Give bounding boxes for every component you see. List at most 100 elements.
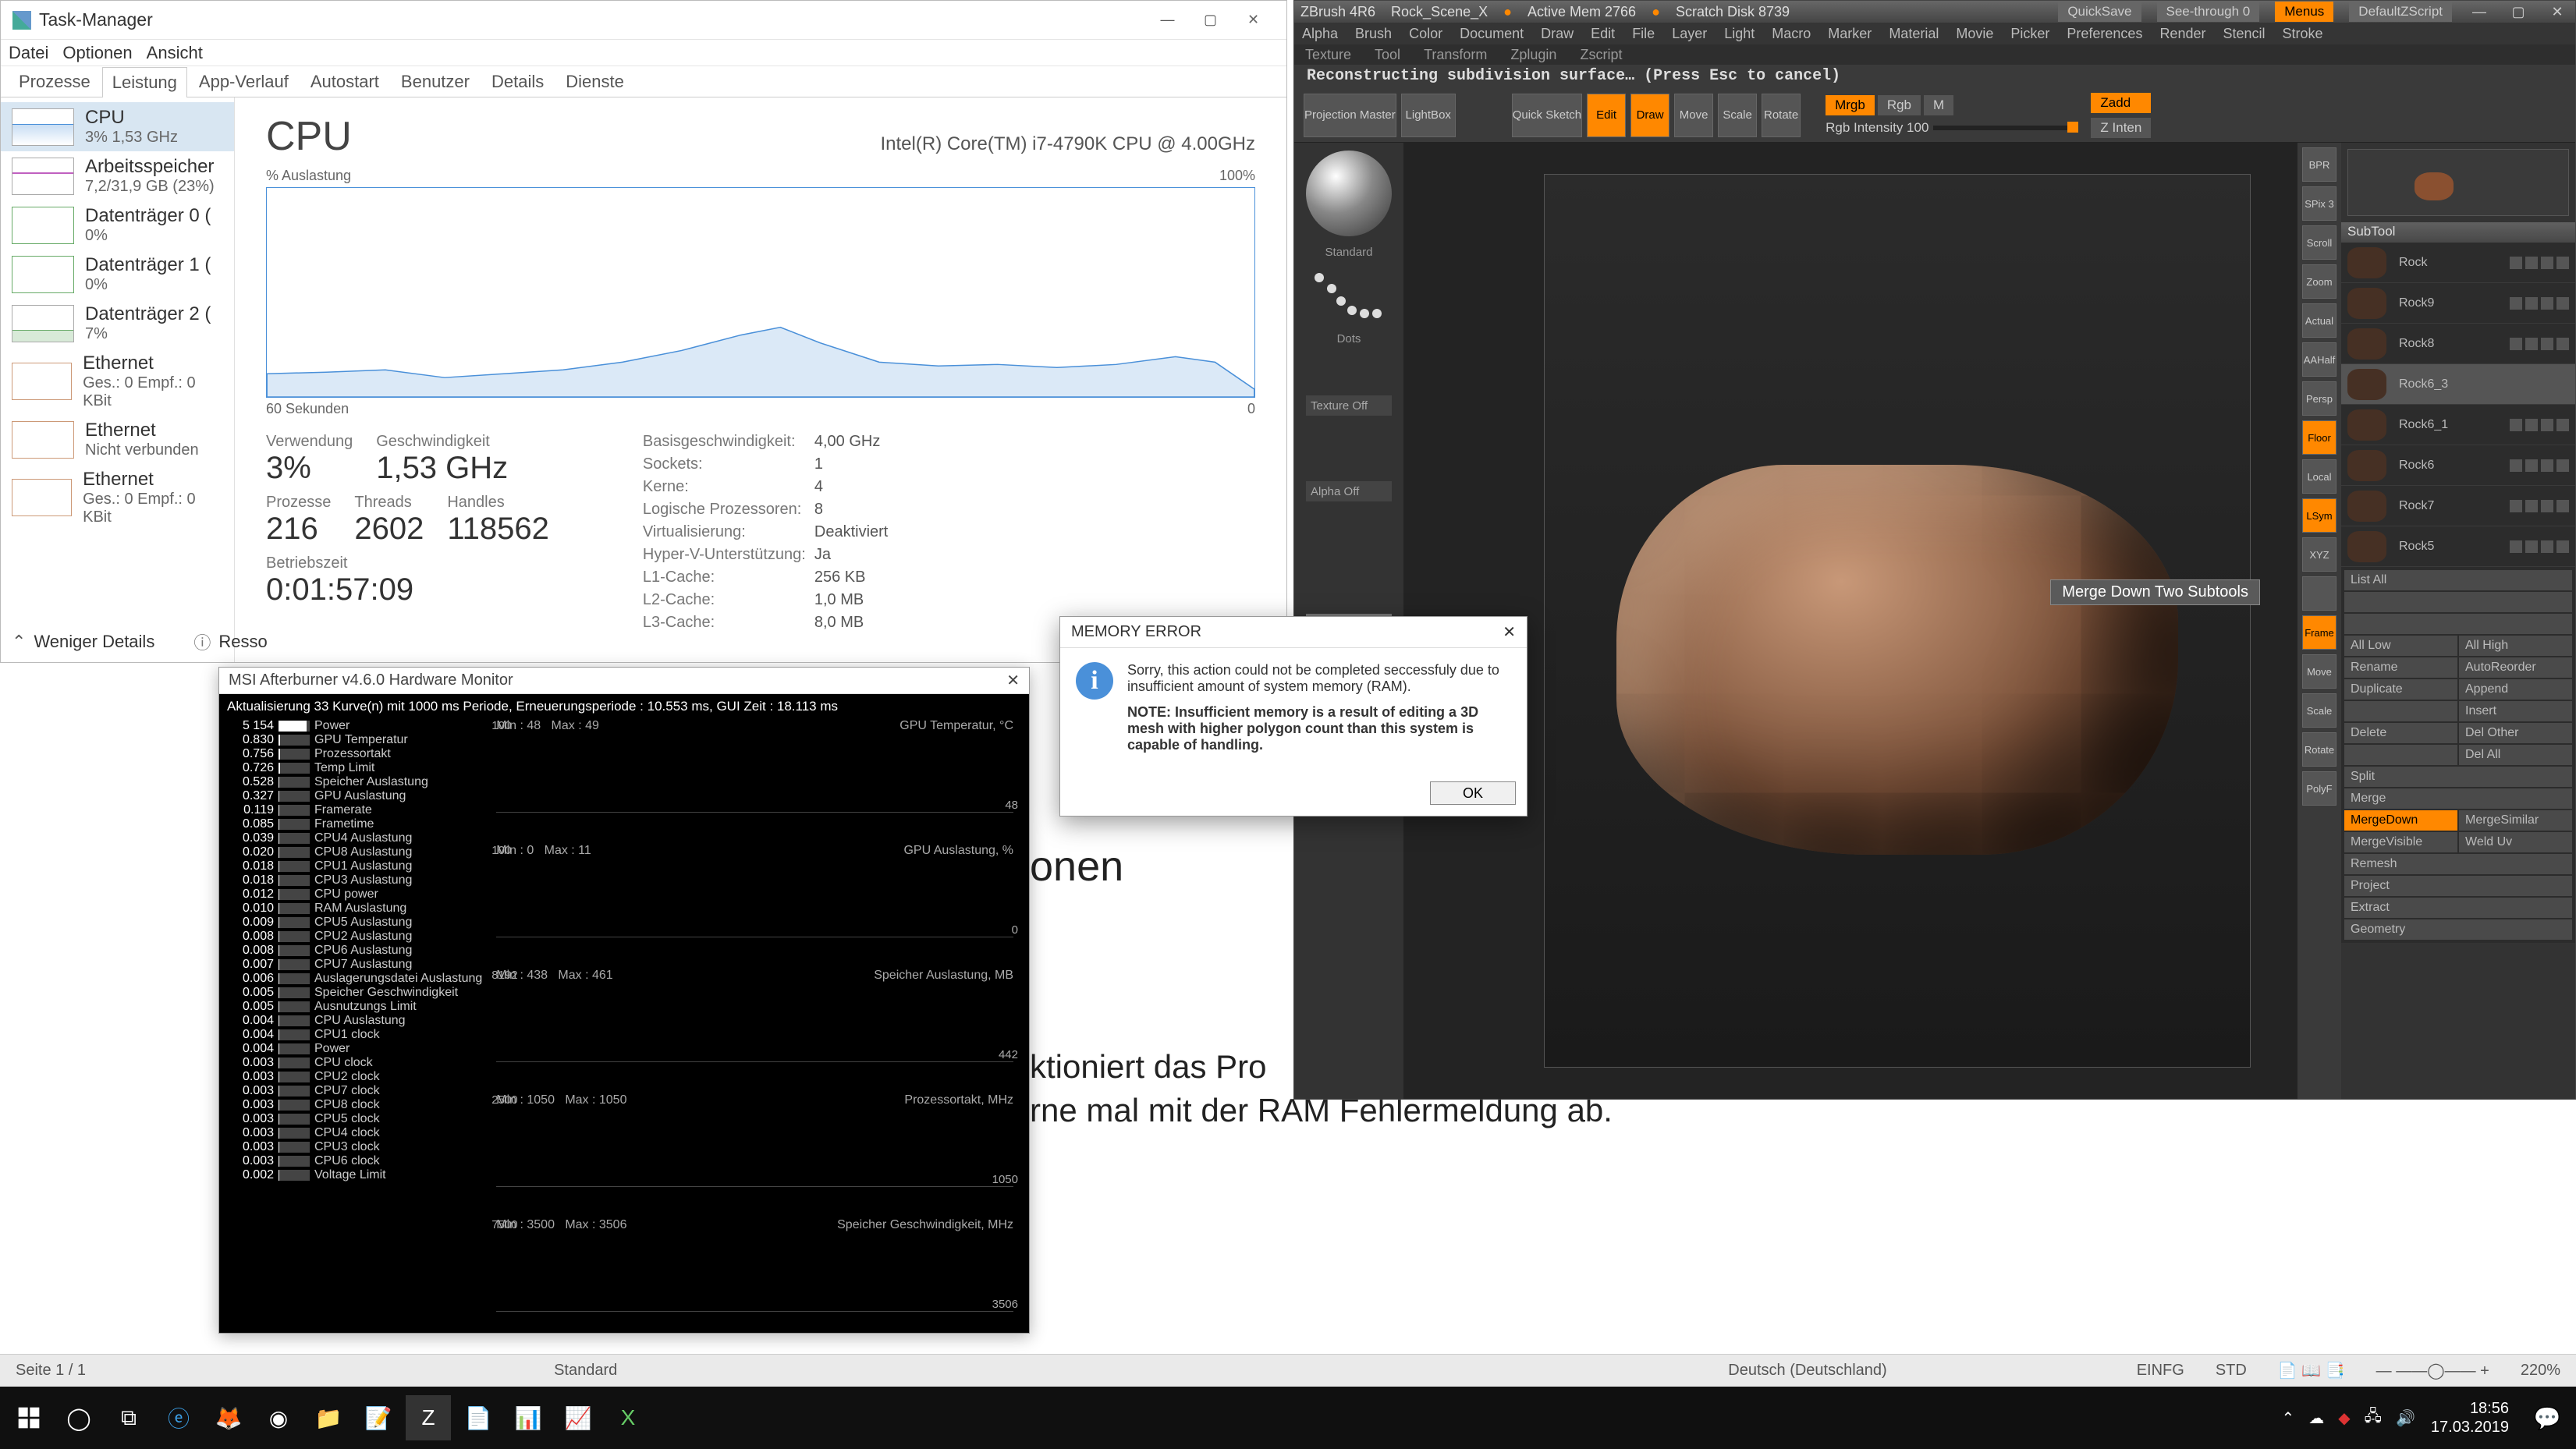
rgb-intensity-slider[interactable] (1933, 126, 2074, 130)
sensor-row[interactable]: 0.007CPU7 Auslastung (227, 958, 482, 972)
tab-dienste[interactable]: Dienste (555, 66, 634, 97)
action-alllow[interactable]: All Low (2344, 636, 2457, 656)
sidebar-datenträger 0 ([interactable]: Datenträger 0 (0% (1, 200, 234, 250)
msi-close-icon[interactable]: ✕ (1006, 671, 1020, 690)
subtool-rock7[interactable]: Rock7 (2341, 486, 2575, 526)
zmenu-edit[interactable]: Edit (1591, 26, 1615, 42)
sensor-row[interactable]: 0.008CPU2 Auslastung (227, 930, 482, 944)
sensor-row[interactable]: 0.004CPU Auslastung (227, 1014, 482, 1028)
collapse-arrow-icon[interactable]: ⌃ (12, 632, 26, 652)
tab-app-verlauf[interactable]: App-Verlauf (189, 66, 299, 97)
tray-chevron-icon[interactable]: ⌃ (2282, 1408, 2295, 1428)
sensor-row[interactable]: 0.006Auslagerungsdatei Auslastung (227, 972, 482, 986)
network-icon[interactable]: 🖧 (2365, 1405, 2382, 1431)
msi-graph[interactable]: Min : 3500 Max : 3506Speicher Geschwindi… (496, 1218, 1013, 1312)
msi-graph[interactable]: Min : 1050 Max : 1050Prozessortakt, MHz2… (496, 1093, 1013, 1187)
sensor-row[interactable]: 0.756Prozessortakt (227, 747, 482, 761)
sidebar-ethernet[interactable]: EthernetGes.: 0 Empf.: 0 KBit (1, 464, 234, 531)
sensor-row[interactable]: 0.002Voltage Limit (227, 1168, 482, 1182)
start-button[interactable] (6, 1395, 51, 1440)
close-button[interactable]: ✕ (1232, 5, 1275, 36)
maximize-button[interactable]: ▢ (1189, 5, 1232, 36)
move-mode-button[interactable]: Move (1674, 94, 1713, 137)
action-listall[interactable]: List All (2344, 570, 2572, 590)
cpu-graph[interactable] (266, 187, 1255, 398)
zb-ricon-polyf[interactable]: PolyF (2302, 771, 2336, 806)
stroke-dots-preview[interactable] (1310, 268, 1388, 323)
sensor-row[interactable]: 0.085Frametime (227, 817, 482, 831)
action-delete[interactable]: Delete (2344, 723, 2457, 743)
action-autoreorder[interactable]: AutoReorder (2459, 657, 2572, 678)
zb-ricon-blank[interactable] (2302, 576, 2336, 611)
mrgb-toggle[interactable]: Mrgb (1826, 95, 1875, 115)
zb-ricon-spix3[interactable]: SPix 3 (2302, 186, 2336, 221)
sensor-row[interactable]: 0.327GPU Auslastung (227, 789, 482, 803)
m-toggle[interactable]: M (1924, 95, 1953, 115)
sensor-row[interactable]: 0.003CPU3 clock (227, 1140, 482, 1154)
page-indicator[interactable]: Seite 1 / 1 (16, 1362, 86, 1380)
rgb-toggle[interactable]: Rgb (1878, 95, 1921, 115)
sensor-row[interactable]: 0.726Temp Limit (227, 761, 482, 775)
dialog-titlebar[interactable]: MEMORY ERROR ✕ (1060, 617, 1527, 648)
action-project[interactable]: Project (2344, 876, 2572, 896)
zmenu-macro[interactable]: Macro (1772, 26, 1811, 42)
zb-maximize-icon[interactable]: ▢ (2507, 4, 2530, 20)
sensor-row[interactable]: 0.004Power (227, 1042, 482, 1056)
tab-prozesse[interactable]: Prozesse (9, 66, 101, 97)
zb-ricon-bpr[interactable]: BPR (2302, 147, 2336, 182)
sensor-row[interactable]: 0.830GPU Temperatur (227, 733, 482, 747)
quicksketch-button[interactable]: Quick Sketch (1512, 94, 1582, 137)
sensor-row[interactable]: 0.005Speicher Geschwindigkeit (227, 986, 482, 1000)
zmenu-movie[interactable]: Movie (1956, 26, 1993, 42)
subtool-rock[interactable]: Rock (2341, 243, 2575, 283)
zb-ricon-local[interactable]: Local (2302, 459, 2336, 494)
sensor-row[interactable]: 0.008CPU6 Auslastung (227, 944, 482, 958)
zbrush-titlebar[interactable]: ZBrush 4R6 Rock_Scene_X ●Active Mem 2766… (1294, 1, 2575, 23)
zmenu-picker[interactable]: Picker (2010, 26, 2049, 42)
excel-icon[interactable]: X (605, 1395, 651, 1440)
zb-ricon-lsym[interactable]: LSym (2302, 498, 2336, 533)
zb-ricon-persp[interactable]: Persp (2302, 381, 2336, 416)
language-indicator[interactable]: Deutsch (Deutschland) (1728, 1362, 1886, 1380)
sensor-row[interactable]: 0.003CPU4 clock (227, 1126, 482, 1140)
antivirus-icon[interactable]: ◆ (2338, 1408, 2350, 1428)
zmenu-marker[interactable]: Marker (1828, 26, 1872, 42)
task-manager-titlebar[interactable]: Task-Manager — ▢ ✕ (1, 1, 1286, 40)
action-mergevisible[interactable]: MergeVisible (2344, 832, 2457, 852)
sensor-row[interactable]: 0.039CPU4 Auslastung (227, 831, 482, 845)
menus-toggle[interactable]: Menus (2275, 2, 2333, 22)
zmenu-stencil[interactable]: Stencil (2223, 26, 2265, 42)
defaultzscript-button[interactable]: DefaultZScript (2349, 2, 2452, 22)
subtool-header[interactable]: SubTool (2341, 222, 2575, 243)
alpha-off-button[interactable]: Alpha Off (1306, 481, 1392, 501)
dialog-close-icon[interactable]: ✕ (1503, 622, 1516, 642)
zb-close-icon[interactable]: ✕ (2546, 4, 2569, 20)
quicksave-button[interactable]: QuickSave (2058, 2, 2141, 22)
sensor-row[interactable]: 0.003CPU8 clock (227, 1098, 482, 1112)
zmenu-draw[interactable]: Draw (1541, 26, 1574, 42)
action-delother[interactable]: Del Other (2459, 723, 2572, 743)
sidebar-arbeitsspeicher[interactable]: Arbeitsspeicher7,2/31,9 GB (23%) (1, 151, 234, 200)
tab-benutzer[interactable]: Benutzer (391, 66, 480, 97)
onedrive-icon[interactable]: ☁ (2308, 1408, 2324, 1428)
sensor-row[interactable]: 0.010RAM Auslastung (227, 902, 482, 916)
tab-details[interactable]: Details (481, 66, 554, 97)
sensor-row[interactable]: 0.009CPU5 Auslastung (227, 916, 482, 930)
action-geometry[interactable]: Geometry (2344, 919, 2572, 940)
sensor-row[interactable]: 0.012CPU power (227, 887, 482, 902)
sensor-row[interactable]: 0.003CPU5 clock (227, 1112, 482, 1126)
subtool-rock6[interactable]: Rock6 (2341, 445, 2575, 486)
action-allhigh[interactable]: All High (2459, 636, 2572, 656)
action-extract[interactable]: Extract (2344, 898, 2572, 918)
zmenu-color[interactable]: Color (1409, 26, 1442, 42)
texture-off-button[interactable]: Texture Off (1306, 395, 1392, 416)
current-tool-thumb[interactable] (2347, 149, 2569, 216)
task-view-icon[interactable]: ⧉ (106, 1395, 151, 1440)
action-welduv[interactable]: Weld Uv (2459, 832, 2572, 852)
sidebar-ethernet[interactable]: EthernetNicht verbunden (1, 415, 234, 464)
zb-ricon-xyz[interactable]: XYZ (2302, 537, 2336, 572)
zadd-toggle[interactable]: Zadd (2091, 93, 2151, 113)
firefox-icon[interactable]: 🦊 (206, 1395, 251, 1440)
zb-ricon-scroll[interactable]: Scroll (2302, 225, 2336, 260)
zbrush-viewport[interactable] (1544, 174, 2251, 1068)
